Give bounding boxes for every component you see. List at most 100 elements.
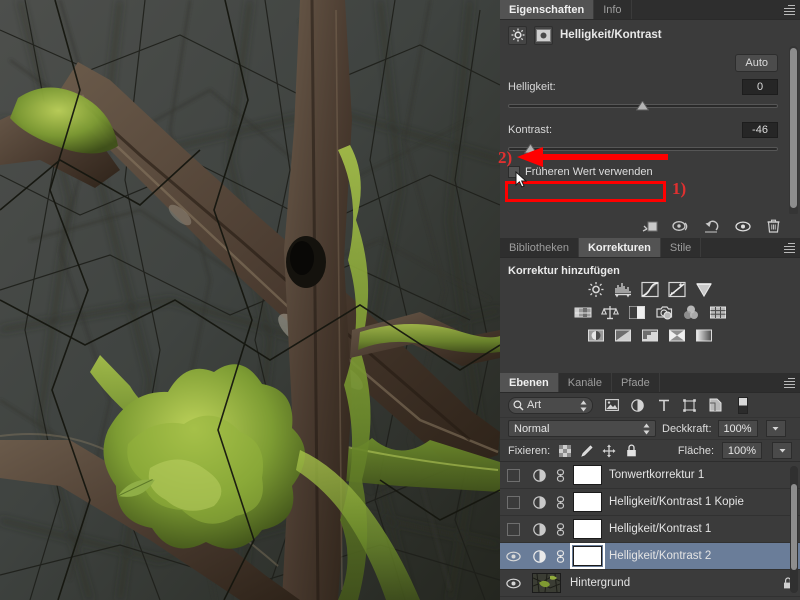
- tab-kanaele[interactable]: Kanäle: [558, 373, 612, 392]
- link-icon[interactable]: [552, 522, 568, 536]
- tab-kanaele-label: Kanäle: [567, 376, 602, 389]
- eye-icon: [505, 578, 521, 588]
- adjustments-title: Korrektur hinzufügen: [508, 265, 620, 277]
- tab-bibliotheken[interactable]: Bibliotheken: [500, 238, 579, 257]
- opacity-value[interactable]: 100%: [717, 420, 758, 437]
- tab-pfade[interactable]: Pfade: [612, 373, 660, 392]
- photo-filter-icon[interactable]: [655, 304, 673, 321]
- tab-stile[interactable]: Stile: [660, 238, 702, 257]
- layer-visibility-toggle[interactable]: [500, 495, 526, 509]
- layers-scrollbar[interactable]: [790, 466, 798, 593]
- preview-eye-toggle-icon[interactable]: [672, 218, 689, 235]
- blend-mode-value: Normal: [514, 422, 550, 435]
- image-canvas[interactable]: [0, 0, 500, 600]
- layer-visibility-toggle[interactable]: [500, 468, 526, 482]
- adjustments-tabstrip-filler: [701, 238, 778, 257]
- layer-visibility-toggle[interactable]: [500, 522, 526, 536]
- type-layer-filter-icon[interactable]: [656, 398, 671, 413]
- color-lookup-icon[interactable]: [709, 304, 727, 321]
- lock-position-icon[interactable]: [602, 444, 616, 458]
- pixel-layer-filter-icon[interactable]: [604, 398, 619, 413]
- brightness-row: Helligkeit: 0: [508, 79, 792, 95]
- smart-object-filter-icon[interactable]: [708, 398, 723, 413]
- layer-name: Helligkeit/Kontrast 2: [609, 550, 712, 562]
- opacity-dropdown-button[interactable]: [765, 420, 786, 437]
- properties-tabstrip: Eigenschaften Info: [500, 0, 800, 20]
- color-balance-icon[interactable]: [600, 304, 619, 321]
- curves-icon[interactable]: [641, 281, 659, 298]
- lock-transparency-icon[interactable]: [558, 444, 572, 458]
- tab-ebenen[interactable]: Ebenen: [500, 373, 559, 392]
- lock-all-icon[interactable]: [624, 444, 638, 458]
- tab-korrekturen[interactable]: Korrekturen: [578, 238, 661, 257]
- fill-value[interactable]: 100%: [722, 442, 762, 459]
- table-row[interactable]: Tonwertkorrektur 1: [500, 462, 800, 489]
- table-row[interactable]: Hintergrund: [500, 570, 800, 597]
- properties-scrollbar[interactable]: [789, 46, 798, 216]
- delete-trash-icon[interactable]: [765, 218, 782, 235]
- gradient-map-icon[interactable]: [695, 327, 713, 344]
- layer-mask-thumbnail[interactable]: [568, 543, 606, 569]
- layer-visibility-toggle[interactable]: [500, 578, 526, 589]
- table-row[interactable]: Helligkeit/Kontrast 1: [500, 516, 800, 543]
- layer-mask-thumbnail[interactable]: [568, 519, 606, 539]
- shape-layer-filter-icon[interactable]: [682, 398, 697, 413]
- selective-color-icon[interactable]: [668, 327, 686, 344]
- legacy-checkbox[interactable]: [508, 166, 520, 178]
- brightness-slider[interactable]: [508, 99, 792, 113]
- blend-mode-select[interactable]: Normal: [508, 420, 656, 437]
- chevron-updown-icon[interactable]: [643, 423, 650, 435]
- adjustment-icons-row-2: [500, 304, 800, 321]
- mask-thumbnail-image: [572, 465, 602, 485]
- table-row[interactable]: Helligkeit/Kontrast 2: [500, 543, 800, 570]
- link-icon[interactable]: [552, 495, 568, 509]
- brightness-slider-thumb[interactable]: [636, 101, 649, 111]
- contrast-label: Kontrast:: [508, 124, 553, 136]
- layer-visibility-toggle[interactable]: [500, 551, 526, 562]
- adjustments-panel-menu-button[interactable]: [778, 238, 800, 257]
- levels-icon[interactable]: [614, 281, 632, 298]
- contrast-slider[interactable]: [508, 142, 792, 156]
- background-layer-thumbnail[interactable]: [532, 573, 561, 593]
- tab-info[interactable]: Info: [594, 0, 632, 19]
- properties-panel-menu-button[interactable]: [778, 0, 800, 19]
- properties-footer-toolbar: [500, 214, 800, 238]
- chevron-updown-icon[interactable]: [580, 400, 587, 412]
- contrast-slider-thumb[interactable]: [524, 144, 537, 154]
- clip-to-layer-icon[interactable]: [641, 218, 658, 235]
- clipping-mask-icon[interactable]: [534, 25, 553, 45]
- black-white-icon[interactable]: [628, 304, 646, 321]
- threshold-icon[interactable]: [641, 327, 659, 344]
- fill-label: Fläche:: [677, 444, 714, 457]
- channel-mixer-icon[interactable]: [682, 304, 700, 321]
- layers-scrollbar-thumb[interactable]: [791, 484, 797, 570]
- layer-mask-thumbnail[interactable]: [568, 465, 606, 485]
- hue-saturation-icon[interactable]: [574, 304, 592, 321]
- filter-toggle-switch[interactable]: [738, 396, 748, 414]
- invert-icon[interactable]: [587, 327, 605, 344]
- adjustment-icons-row-1: [500, 281, 800, 298]
- exposure-icon[interactable]: [668, 281, 686, 298]
- auto-button[interactable]: Auto: [735, 54, 778, 72]
- legacy-checkbox-row[interactable]: Früheren Wert verwenden: [508, 166, 792, 178]
- panel-menu-icon: [783, 3, 795, 17]
- adjustment-layer-filter-icon[interactable]: [630, 398, 645, 413]
- layer-filter-select[interactable]: Art: [508, 396, 593, 414]
- eye-off-icon: [506, 495, 520, 509]
- link-icon[interactable]: [552, 468, 568, 482]
- brightness-contrast-icon[interactable]: [587, 281, 605, 298]
- layers-panel-menu-button[interactable]: [778, 373, 800, 392]
- vibrance-icon[interactable]: [695, 281, 713, 298]
- lock-paint-icon[interactable]: [580, 444, 594, 458]
- fill-dropdown-button[interactable]: [772, 442, 792, 459]
- properties-scrollbar-thumb[interactable]: [790, 48, 797, 208]
- visibility-eye-icon[interactable]: [734, 218, 751, 235]
- tab-eigenschaften[interactable]: Eigenschaften: [500, 0, 595, 19]
- brightness-value[interactable]: 0: [742, 79, 778, 95]
- link-icon[interactable]: [552, 549, 568, 563]
- reset-icon[interactable]: [703, 218, 720, 235]
- posterize-icon[interactable]: [614, 327, 632, 344]
- table-row[interactable]: Helligkeit/Kontrast 1 Kopie: [500, 489, 800, 516]
- contrast-value[interactable]: -46: [742, 122, 778, 138]
- layer-mask-thumbnail[interactable]: [568, 492, 606, 512]
